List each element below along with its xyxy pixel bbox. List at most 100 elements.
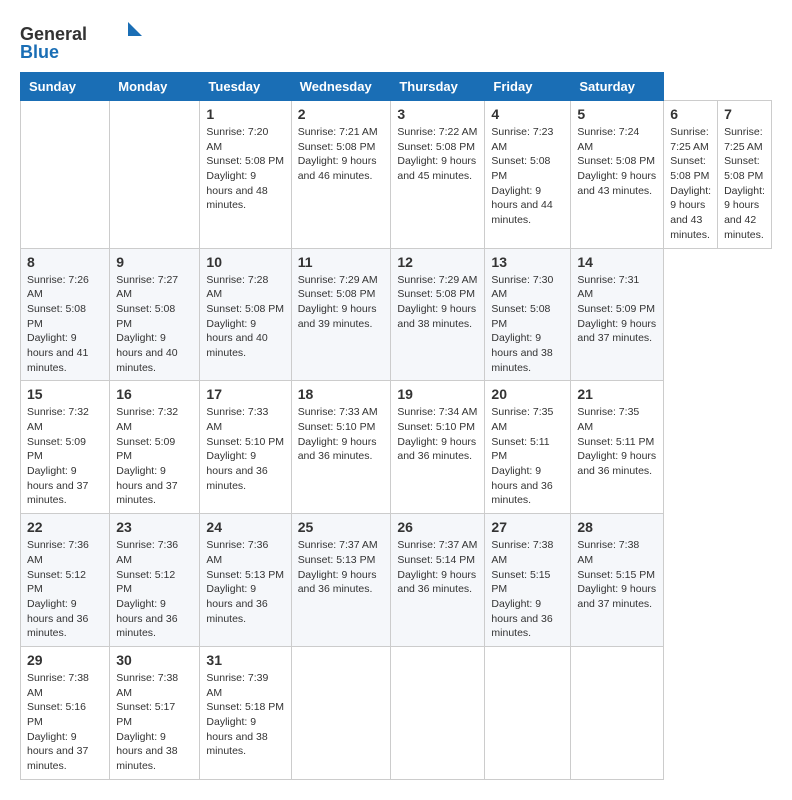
day-cell-7: 7 Sunrise: 7:25 AMSunset: 5:08 PMDaylight… bbox=[718, 101, 772, 249]
day-cell-6: 6 Sunrise: 7:25 AMSunset: 5:08 PMDaylight… bbox=[664, 101, 718, 249]
day-cell-11: 11 Sunrise: 7:29 AMSunset: 5:08 PMDayligh… bbox=[291, 248, 391, 381]
day-cell-12: 12 Sunrise: 7:29 AMSunset: 5:08 PMDayligh… bbox=[391, 248, 485, 381]
day-cell-21: 21Sunrise: 7:35 AMSunset: 5:11 PMDayligh… bbox=[571, 381, 664, 514]
day-info: Sunrise: 7:32 AMSunset: 5:09 PMDaylight:… bbox=[116, 405, 193, 508]
day-info: Sunrise: 7:34 AMSunset: 5:10 PMDaylight:… bbox=[397, 405, 478, 464]
weekday-header-friday: Friday bbox=[485, 73, 571, 101]
day-number: 12 bbox=[397, 254, 478, 270]
day-info: Sunrise: 7:37 AMSunset: 5:13 PMDaylight:… bbox=[298, 538, 385, 597]
day-number: 30 bbox=[116, 652, 193, 668]
day-info: Sunrise: 7:38 AMSunset: 5:16 PMDaylight:… bbox=[27, 671, 103, 774]
weekday-header-monday: Monday bbox=[110, 73, 200, 101]
day-cell-20: 20Sunrise: 7:35 AMSunset: 5:11 PMDayligh… bbox=[485, 381, 571, 514]
day-info: Sunrise: 7:25 AMSunset: 5:08 PMDaylight:… bbox=[670, 125, 711, 243]
day-cell-1: 1 Sunrise: 7:20 AMSunset: 5:08 PMDaylight… bbox=[200, 101, 291, 249]
week-row-3: 15 Sunrise: 7:32 AMSunset: 5:09 PMDayligh… bbox=[21, 381, 772, 514]
day-cell-4: 4Sunrise: 7:23 AMSunset: 5:08 PMDaylight… bbox=[485, 101, 571, 249]
day-info: Sunrise: 7:29 AMSunset: 5:08 PMDaylight:… bbox=[397, 273, 478, 332]
weekday-header-thursday: Thursday bbox=[391, 73, 485, 101]
empty-cell bbox=[110, 101, 200, 249]
day-number: 9 bbox=[116, 254, 193, 270]
day-info: Sunrise: 7:30 AMSunset: 5:08 PMDaylight:… bbox=[491, 273, 564, 376]
day-number: 29 bbox=[27, 652, 103, 668]
day-info: Sunrise: 7:25 AMSunset: 5:08 PMDaylight:… bbox=[724, 125, 765, 243]
empty-cell bbox=[21, 101, 110, 249]
day-number: 22 bbox=[27, 519, 103, 535]
day-number: 28 bbox=[577, 519, 657, 535]
day-number: 8 bbox=[27, 254, 103, 270]
calendar-table: SundayMondayTuesdayWednesdayThursdayFrid… bbox=[20, 72, 772, 780]
day-cell-15: 15Sunrise: 7:32 AMSunset: 5:09 PMDayligh… bbox=[21, 381, 110, 514]
day-cell-empty bbox=[571, 646, 664, 779]
day-cell-9: 9Sunrise: 7:27 AMSunset: 5:08 PMDaylight… bbox=[110, 248, 200, 381]
day-number: 10 bbox=[206, 254, 284, 270]
day-cell-10: 10 Sunrise: 7:28 AMSunset: 5:08 PMDayligh… bbox=[200, 248, 291, 381]
day-info: Sunrise: 7:38 AMSunset: 5:15 PMDaylight:… bbox=[491, 538, 564, 641]
day-number: 31 bbox=[206, 652, 284, 668]
day-cell-22: 22 Sunrise: 7:36 AMSunset: 5:12 PMDayligh… bbox=[21, 514, 110, 647]
day-info: Sunrise: 7:29 AMSunset: 5:08 PMDaylight:… bbox=[298, 273, 385, 332]
day-number: 6 bbox=[670, 106, 711, 122]
day-info: Sunrise: 7:38 AMSunset: 5:15 PMDaylight:… bbox=[577, 538, 657, 611]
day-cell-28: 28 Sunrise: 7:38 AMSunset: 5:15 PMDayligh… bbox=[571, 514, 664, 647]
day-cell-29: 29 Sunrise: 7:38 AMSunset: 5:16 PMDayligh… bbox=[21, 646, 110, 779]
day-number: 26 bbox=[397, 519, 478, 535]
day-info: Sunrise: 7:28 AMSunset: 5:08 PMDaylight:… bbox=[206, 273, 284, 361]
day-info: Sunrise: 7:20 AMSunset: 5:08 PMDaylight:… bbox=[206, 125, 284, 213]
day-info: Sunrise: 7:33 AMSunset: 5:10 PMDaylight:… bbox=[206, 405, 284, 493]
day-cell-24: 24 Sunrise: 7:36 AMSunset: 5:13 PMDayligh… bbox=[200, 514, 291, 647]
day-number: 23 bbox=[116, 519, 193, 535]
day-number: 14 bbox=[577, 254, 657, 270]
day-number: 24 bbox=[206, 519, 284, 535]
day-cell-empty bbox=[391, 646, 485, 779]
day-number: 19 bbox=[397, 386, 478, 402]
svg-text:General: General bbox=[20, 24, 87, 44]
day-cell-30: 30 Sunrise: 7:38 AMSunset: 5:17 PMDayligh… bbox=[110, 646, 200, 779]
day-number: 13 bbox=[491, 254, 564, 270]
day-number: 2 bbox=[298, 106, 385, 122]
day-number: 3 bbox=[397, 106, 478, 122]
day-cell-19: 19 Sunrise: 7:34 AMSunset: 5:10 PMDayligh… bbox=[391, 381, 485, 514]
day-number: 7 bbox=[724, 106, 765, 122]
day-number: 25 bbox=[298, 519, 385, 535]
weekday-header-saturday: Saturday bbox=[571, 73, 664, 101]
day-cell-31: 31 Sunrise: 7:39 AMSunset: 5:18 PMDayligh… bbox=[200, 646, 291, 779]
day-info: Sunrise: 7:21 AMSunset: 5:08 PMDaylight:… bbox=[298, 125, 385, 184]
day-number: 1 bbox=[206, 106, 284, 122]
day-cell-5: 5Sunrise: 7:24 AMSunset: 5:08 PMDaylight… bbox=[571, 101, 664, 249]
day-info: Sunrise: 7:36 AMSunset: 5:12 PMDaylight:… bbox=[116, 538, 193, 641]
day-info: Sunrise: 7:26 AMSunset: 5:08 PMDaylight:… bbox=[27, 273, 103, 376]
day-number: 17 bbox=[206, 386, 284, 402]
weekday-header-sunday: Sunday bbox=[21, 73, 110, 101]
day-number: 16 bbox=[116, 386, 193, 402]
day-cell-2: 2 Sunrise: 7:21 AMSunset: 5:08 PMDaylight… bbox=[291, 101, 391, 249]
day-info: Sunrise: 7:31 AMSunset: 5:09 PMDaylight:… bbox=[577, 273, 657, 346]
day-cell-23: 23 Sunrise: 7:36 AMSunset: 5:12 PMDayligh… bbox=[110, 514, 200, 647]
day-info: Sunrise: 7:37 AMSunset: 5:14 PMDaylight:… bbox=[397, 538, 478, 597]
day-cell-17: 17 Sunrise: 7:33 AMSunset: 5:10 PMDayligh… bbox=[200, 381, 291, 514]
day-cell-empty bbox=[291, 646, 391, 779]
day-info: Sunrise: 7:22 AMSunset: 5:08 PMDaylight:… bbox=[397, 125, 478, 184]
day-cell-14: 14 Sunrise: 7:31 AMSunset: 5:09 PMDayligh… bbox=[571, 248, 664, 381]
day-cell-13: 13 Sunrise: 7:30 AMSunset: 5:08 PMDayligh… bbox=[485, 248, 571, 381]
weekday-header-row: SundayMondayTuesdayWednesdayThursdayFrid… bbox=[21, 73, 772, 101]
day-number: 15 bbox=[27, 386, 103, 402]
day-number: 27 bbox=[491, 519, 564, 535]
page-header: General Blue bbox=[20, 20, 772, 62]
day-info: Sunrise: 7:24 AMSunset: 5:08 PMDaylight:… bbox=[577, 125, 657, 198]
day-info: Sunrise: 7:36 AMSunset: 5:13 PMDaylight:… bbox=[206, 538, 284, 626]
day-info: Sunrise: 7:35 AMSunset: 5:11 PMDaylight:… bbox=[577, 405, 657, 478]
weekday-header-tuesday: Tuesday bbox=[200, 73, 291, 101]
day-cell-8: 8 Sunrise: 7:26 AMSunset: 5:08 PMDaylight… bbox=[21, 248, 110, 381]
week-row-2: 8 Sunrise: 7:26 AMSunset: 5:08 PMDaylight… bbox=[21, 248, 772, 381]
day-info: Sunrise: 7:39 AMSunset: 5:18 PMDaylight:… bbox=[206, 671, 284, 759]
day-number: 11 bbox=[298, 254, 385, 270]
day-cell-16: 16 Sunrise: 7:32 AMSunset: 5:09 PMDayligh… bbox=[110, 381, 200, 514]
svg-text:Blue: Blue bbox=[20, 42, 59, 62]
day-cell-26: 26 Sunrise: 7:37 AMSunset: 5:14 PMDayligh… bbox=[391, 514, 485, 647]
day-info: Sunrise: 7:36 AMSunset: 5:12 PMDaylight:… bbox=[27, 538, 103, 641]
day-number: 4 bbox=[491, 106, 564, 122]
week-row-4: 22 Sunrise: 7:36 AMSunset: 5:12 PMDayligh… bbox=[21, 514, 772, 647]
day-cell-empty bbox=[485, 646, 571, 779]
day-info: Sunrise: 7:38 AMSunset: 5:17 PMDaylight:… bbox=[116, 671, 193, 774]
